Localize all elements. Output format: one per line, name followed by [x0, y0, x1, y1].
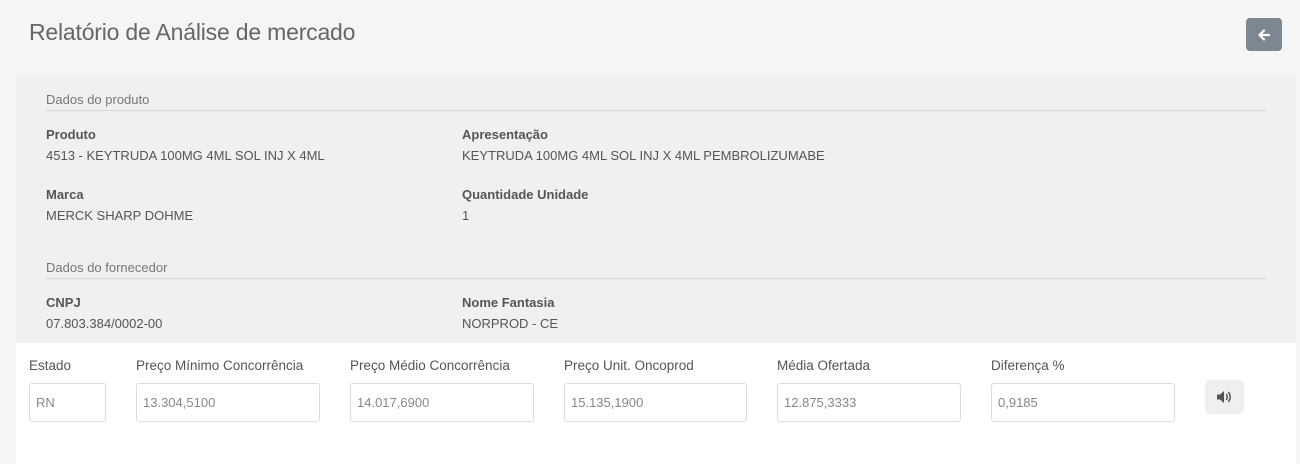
nome-fantasia-label: Nome Fantasia: [462, 295, 555, 310]
preco-minimo-label: Preço Mínimo Concorrência: [136, 358, 304, 373]
preco-medio-label: Preço Médio Concorrência: [350, 358, 510, 373]
preco-unit-input[interactable]: [564, 383, 747, 422]
nome-fantasia-value: NORPROD - CE: [462, 316, 559, 331]
quantidade-label: Quantidade Unidade: [462, 187, 589, 202]
cnpj-value: 07.803.384/0002-00: [46, 316, 163, 331]
media-ofertada-label: Média Ofertada: [777, 358, 871, 373]
market-analysis-form: Estado Preço Mínimo Concorrência Preço M…: [16, 343, 1296, 464]
estado-label: Estado: [29, 358, 72, 373]
apresentacao-value: KEYTRUDA 100MG 4ML SOL INJ X 4ML PEMBROL…: [462, 148, 825, 163]
marca-label: Marca: [46, 187, 84, 202]
produto-value: 4513 - KEYTRUDA 100MG 4ML SOL INJ X 4ML: [46, 148, 325, 163]
section-title-fornecedor: Dados do fornecedor: [46, 260, 168, 275]
diferenca-input[interactable]: [991, 383, 1175, 422]
volume-icon: [1216, 391, 1231, 403]
produto-label: Produto: [46, 127, 96, 142]
apresentacao-label: Apresentação: [462, 127, 548, 142]
media-ofertada-input[interactable]: [777, 383, 961, 422]
section-divider: [46, 278, 1266, 279]
page-title: Relatório de Análise de mercado: [29, 19, 356, 45]
cnpj-label: CNPJ: [46, 295, 81, 310]
quantidade-value: 1: [462, 208, 470, 223]
preco-medio-input[interactable]: [350, 383, 534, 422]
audio-button[interactable]: [1205, 380, 1244, 414]
diferenca-label: Diferença %: [991, 358, 1065, 373]
preco-minimo-input[interactable]: [136, 383, 320, 422]
arrow-left-icon: [1258, 28, 1271, 41]
preco-unit-label: Preço Unit. Oncoprod: [564, 358, 694, 373]
marca-value: MERCK SHARP DOHME: [46, 208, 194, 223]
section-title-produto: Dados do produto: [46, 92, 150, 107]
estado-input[interactable]: [29, 383, 106, 422]
back-button[interactable]: [1246, 18, 1282, 51]
info-panel: Dados do produto Produto 4513 - KEYTRUDA…: [16, 73, 1296, 343]
section-divider: [46, 110, 1266, 111]
